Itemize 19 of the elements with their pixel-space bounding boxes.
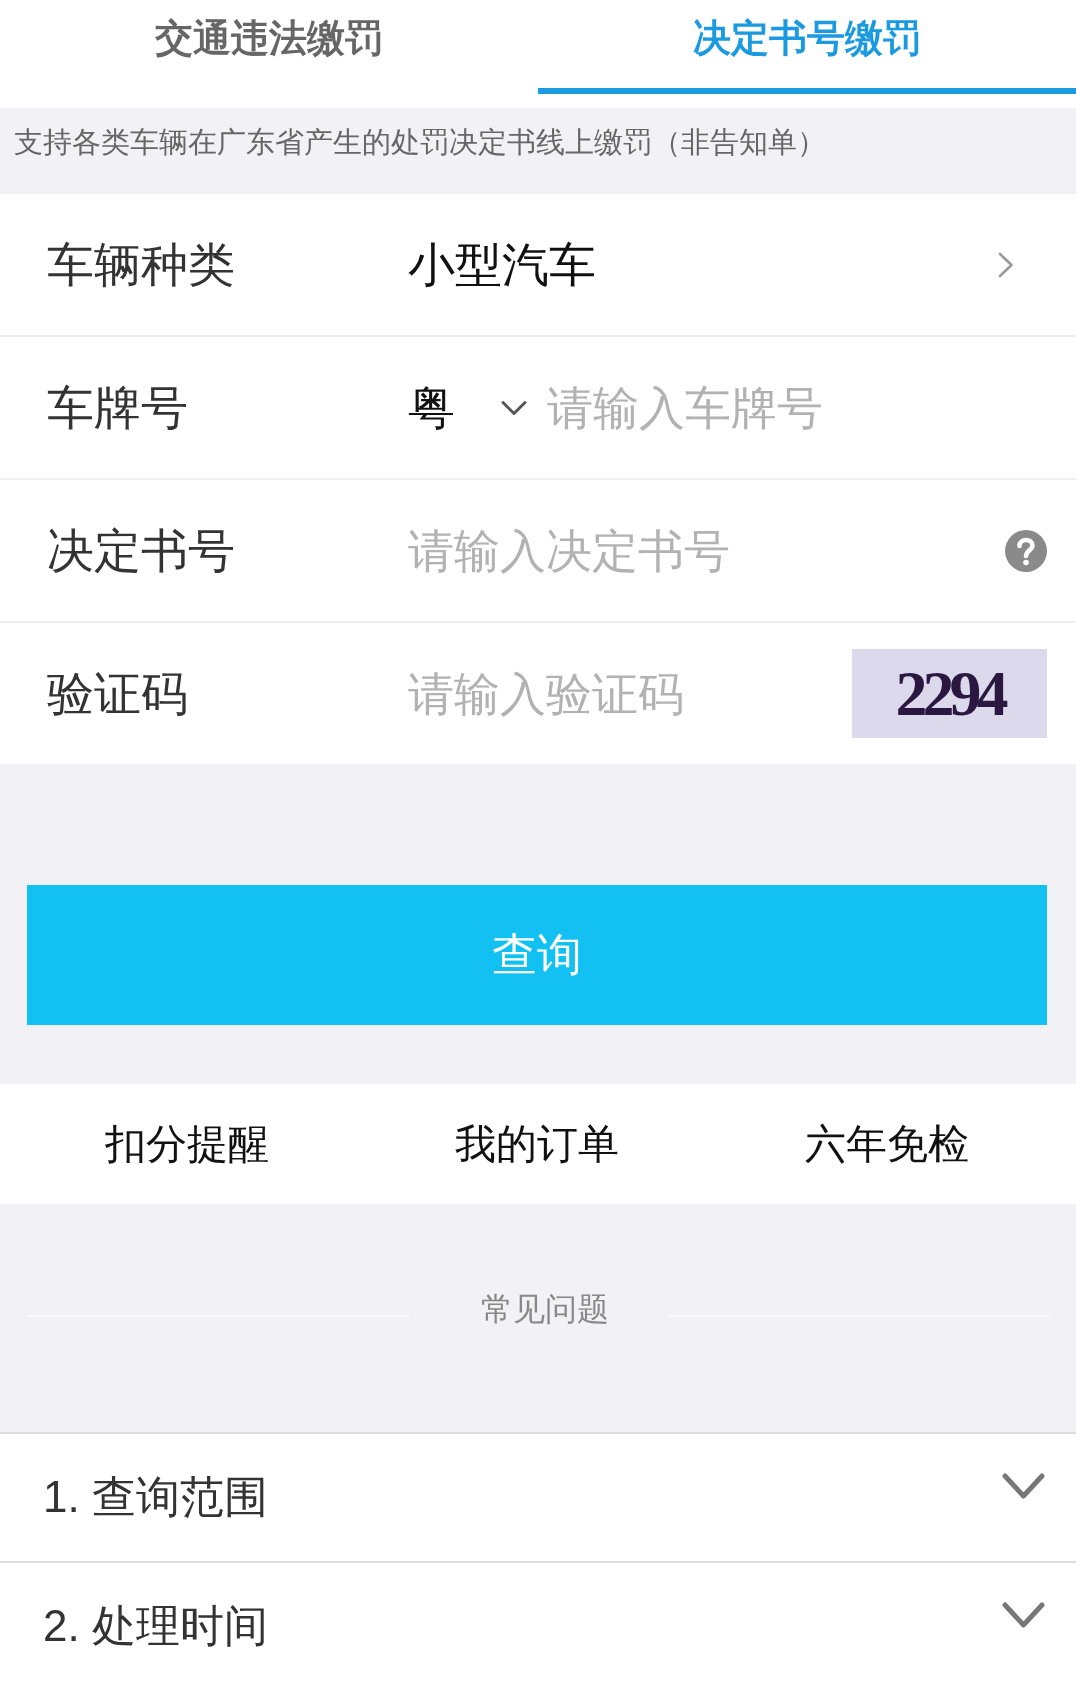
- section-title: 常见问题: [480, 1290, 609, 1329]
- shortcut-link[interactable]: 我的订单: [455, 1119, 619, 1169]
- input-field[interactable]: 请输入车牌号: [547, 379, 1076, 436]
- caret-icon: [501, 399, 527, 416]
- shortcut-link[interactable]: 六年免检: [805, 1119, 969, 1169]
- captcha-image[interactable]: 2294: [852, 649, 1047, 738]
- province-select[interactable]: 粤: [408, 379, 527, 436]
- input-field[interactable]: 请输入验证码: [408, 665, 852, 722]
- field-label: 验证码: [47, 665, 189, 722]
- field-label: 决定书号: [47, 522, 236, 579]
- field-label: 车牌号: [47, 379, 189, 436]
- notice-text: 支持各类车辆在广东省产生的处罚决定书线上缴罚（非告知单）: [14, 125, 826, 160]
- select-value[interactable]: 小型汽车: [408, 236, 596, 293]
- input-field[interactable]: 请输入决定书号: [408, 522, 1005, 579]
- tab[interactable]: 交通违法缴罚: [0, 0, 538, 94]
- shortcut-link[interactable]: 扣分提醒: [105, 1119, 269, 1169]
- chevron-right-icon: [998, 251, 1014, 278]
- field-label: 车辆种类: [47, 236, 236, 293]
- help-icon[interactable]: [1005, 529, 1047, 572]
